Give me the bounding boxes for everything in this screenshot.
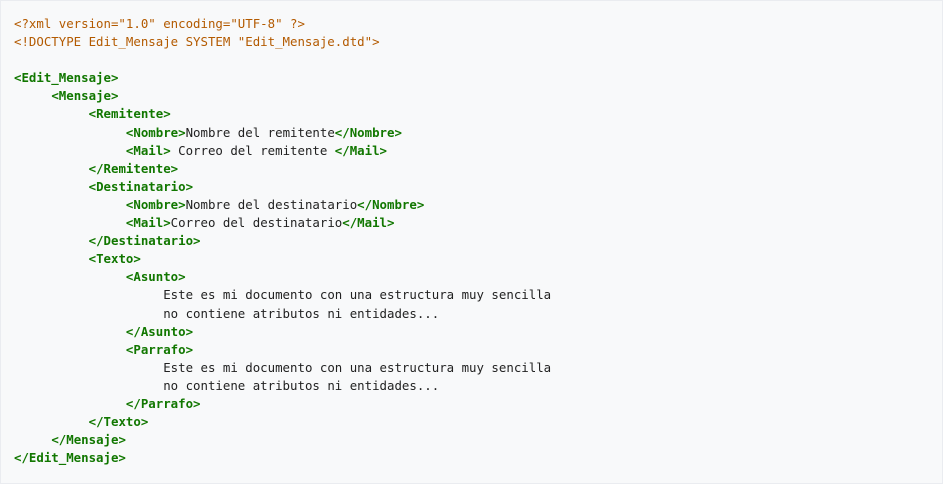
code-line: </Remitente> bbox=[14, 160, 551, 178]
xml-tag: <Remitente> bbox=[88, 106, 171, 122]
xml-text: Nombre del remitente bbox=[185, 124, 335, 140]
xml-text: Este es mi documento con una estructura … bbox=[163, 359, 552, 375]
code-block: <?xml version="1.0" encoding="UTF-8" ?> <… bbox=[0, 0, 943, 484]
xml-tag: </Texto> bbox=[88, 414, 149, 430]
code-line: no contiene atributos ni entidades... bbox=[14, 305, 551, 323]
code-line: <Mensaje> bbox=[14, 87, 551, 105]
code-line: <Edit_Mensaje> bbox=[14, 69, 551, 87]
code-line: <!DOCTYPE Edit_Mensaje SYSTEM "Edit_Mens… bbox=[14, 33, 551, 51]
xml-tag: <Destinatario> bbox=[88, 178, 194, 194]
xml-tag: </Parrafo> bbox=[125, 395, 201, 411]
code-line: <Texto> bbox=[14, 250, 551, 268]
xml-tag: </Asunto> bbox=[125, 323, 194, 339]
code-line: </Edit_Mensaje> bbox=[14, 449, 551, 467]
xml-tag: </Edit_Mensaje> bbox=[14, 450, 126, 466]
xml-text: Correo del remitente bbox=[170, 142, 335, 158]
xml-text: no contiene atributos ni entidades... bbox=[163, 305, 440, 321]
xml-tag: <Nombre> bbox=[125, 124, 186, 140]
xml-tag: <Nombre> bbox=[125, 196, 186, 212]
code-line: <Mail> Correo del remitente </Mail> bbox=[14, 142, 551, 160]
xml-text: Este es mi documento con una estructura … bbox=[163, 287, 552, 303]
xml-tag: </Nombre> bbox=[334, 124, 402, 140]
xml-text: Nombre del destinatario bbox=[185, 196, 358, 212]
xml-tag: <Texto> bbox=[88, 251, 141, 267]
xml-tag: <Parrafo> bbox=[125, 341, 194, 357]
xml-tag: <Mail> bbox=[125, 142, 171, 158]
code-line: Este es mi documento con una estructura … bbox=[14, 286, 551, 304]
xml-text: no contiene atributos ni entidades... bbox=[163, 377, 440, 393]
xml-code: <?xml version="1.0" encoding="UTF-8" ?> <… bbox=[14, 15, 551, 467]
xml-tag: </Mail> bbox=[334, 142, 388, 158]
xml-tag: <Mail> bbox=[125, 215, 171, 231]
code-line: </Parrafo> bbox=[14, 395, 551, 413]
xml-declaration: <?xml version="1.0" encoding="UTF-8" ?> bbox=[14, 16, 305, 31]
xml-tag: <Edit_Mensaje> bbox=[14, 70, 119, 86]
code-line: </Destinatario> bbox=[14, 232, 551, 250]
code-line: <Nombre>Nombre del remitente</Nombre> bbox=[14, 124, 551, 142]
xml-tag: </Nombre> bbox=[357, 196, 425, 212]
xml-tag: </Mail> bbox=[342, 215, 395, 231]
code-line: <?xml version="1.0" encoding="UTF-8" ?> bbox=[14, 15, 551, 33]
xml-tag: <Asunto> bbox=[125, 269, 186, 285]
xml-tag: </Destinatario> bbox=[88, 233, 201, 249]
code-line: </Texto> bbox=[14, 413, 551, 431]
code-line: <Asunto> bbox=[14, 268, 551, 286]
code-line: no contiene atributos ni entidades... bbox=[14, 377, 551, 395]
code-line: <Mail>Correo del destinatario</Mail> bbox=[14, 214, 551, 232]
code-line: </Asunto> bbox=[14, 323, 551, 341]
xml-tag: </Mensaje> bbox=[51, 432, 126, 448]
xml-tag: </Remitente> bbox=[88, 160, 179, 176]
xml-tag: <Mensaje> bbox=[51, 88, 119, 104]
code-line: <Destinatario> bbox=[14, 178, 551, 196]
code-line: <Remitente> bbox=[14, 105, 551, 123]
code-line: <Nombre>Nombre del destinatario</Nombre> bbox=[14, 196, 551, 214]
code-line: <Parrafo> bbox=[14, 341, 551, 359]
xml-text: Correo del destinatario bbox=[170, 215, 343, 231]
code-line: </Mensaje> bbox=[14, 431, 551, 449]
xml-declaration: <!DOCTYPE Edit_Mensaje SYSTEM "Edit_Mens… bbox=[14, 34, 380, 50]
code-line: Este es mi documento con una estructura … bbox=[14, 359, 551, 377]
